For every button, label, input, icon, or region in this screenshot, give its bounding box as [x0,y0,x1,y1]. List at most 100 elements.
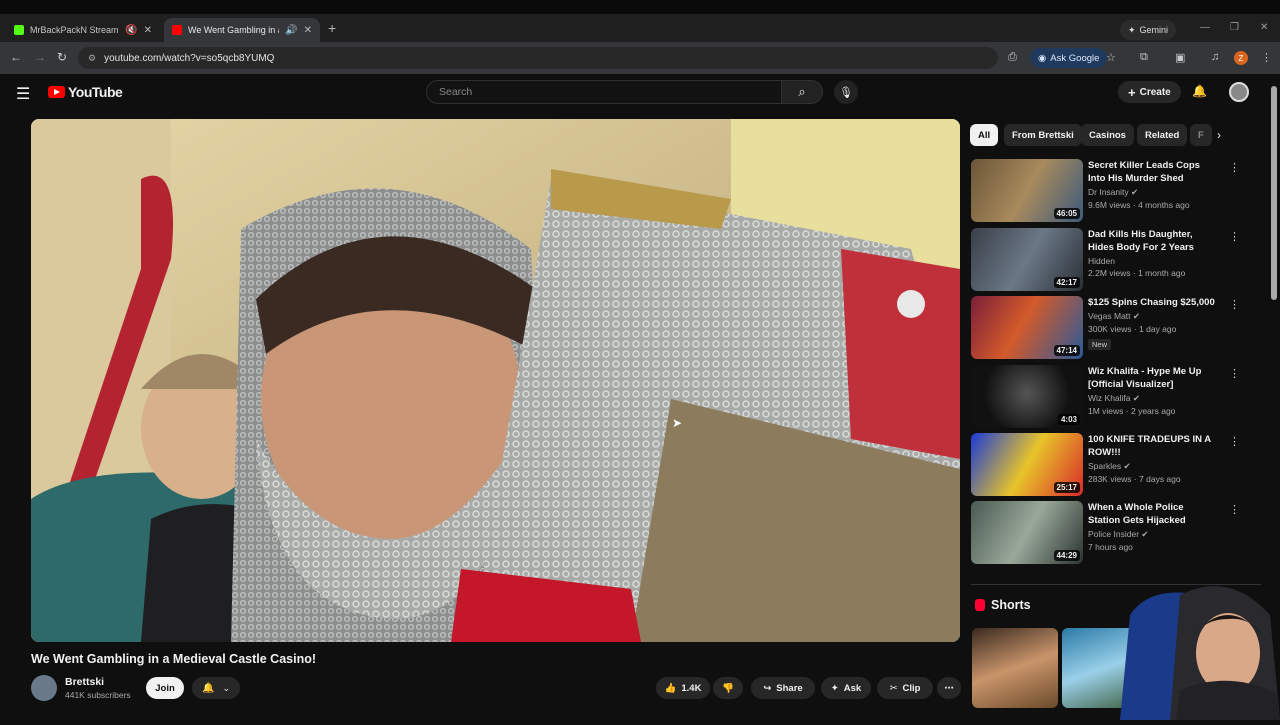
more-vertical-icon[interactable]: ⋮ [1229,230,1240,243]
recommendation-title[interactable]: 100 KNIFE TRADEUPS IN A ROW!!! [1088,433,1216,459]
thumbs-up-icon: 👍 [664,682,677,694]
logo-text: YouTube [68,84,123,100]
channel-name[interactable]: Brettski [65,676,131,688]
new-tab-button[interactable]: + [328,20,336,36]
sparkle-icon: ✦ [830,682,839,694]
dislike-button[interactable]: 👎 [713,677,743,699]
recommendation-item[interactable]: 46:05 Secret Killer Leads Cops Into His … [971,159,1240,223]
recommendation-channel: Hidden [1088,256,1115,266]
recommendation-title[interactable]: $125 Spins Chasing $25,000 [1088,296,1216,309]
maximize-icon[interactable]: ❐ [1230,22,1239,33]
recommendation-title[interactable]: Dad Kills His Daughter, Hides Body For 2… [1088,228,1216,254]
ask-google-label: Ask Google [1050,52,1100,64]
close-window-icon[interactable]: ✕ [1260,22,1268,33]
video-thumbnail[interactable]: 42:17 [971,228,1083,291]
like-count: 1.4K [681,682,702,694]
split-view-icon[interactable]: ▣ [1175,51,1185,64]
verified-icon: ✔ [1131,187,1139,197]
more-vertical-icon[interactable]: ⋮ [1229,435,1240,448]
mute-icon[interactable]: 🔇 [125,25,137,36]
recommendation-channel: Vegas Matt ✔ [1088,311,1141,321]
page-scrollbar[interactable] [1271,86,1277,300]
more-vertical-icon[interactable]: ⋮ [1229,298,1240,311]
ask-google-button[interactable]: ◉ Ask Google [1030,48,1108,68]
gemini-button[interactable]: ✦ Gemini [1120,20,1177,40]
close-tab-icon[interactable]: ✕ [144,25,152,36]
recommendation-views: 2.2M views · 1 month ago [1088,268,1186,278]
video-thumbnail[interactable]: 47:14 [971,296,1083,359]
recommendation-meta: Secret Killer Leads Cops Into His Murder… [1088,159,1216,210]
profile-avatar[interactable]: Z [1234,51,1248,65]
hamburger-menu-icon[interactable]: ☰ [16,84,30,104]
voice-search-button[interactable]: 🎙 [834,80,858,104]
chip-from-brettski[interactable]: From Brettski [1004,124,1082,146]
media-controls-icon[interactable]: ♫ [1211,51,1219,63]
short-thumbnail[interactable] [972,628,1058,708]
forward-icon[interactable]: → [34,50,46,64]
create-button[interactable]: + Create [1118,81,1181,103]
webcam-overlay [1110,575,1280,720]
site-info-icon[interactable]: ⚙ [88,53,96,64]
search-placeholder: Search [439,86,473,98]
chip-all[interactable]: All [970,124,999,146]
notifications-bell-icon[interactable]: 🔔 [1192,84,1207,98]
video-thumbnail[interactable]: 44:29 [971,501,1083,564]
recommendation-title[interactable]: When a Whole Police Station Gets Hijacke… [1088,501,1216,527]
browser-menu-icon[interactable]: ⋮ [1261,51,1272,64]
more-vertical-icon[interactable]: ⋮ [1229,503,1240,516]
bookmark-star-icon[interactable]: ☆ [1106,51,1116,64]
chevron-right-icon[interactable]: › [1217,128,1221,142]
duration-badge: 25:17 [1053,482,1080,493]
chip-related[interactable]: Related [1137,124,1188,146]
channel-avatar[interactable] [31,675,57,701]
video-thumbnail[interactable]: 25:17 [971,433,1083,496]
audio-icon[interactable]: 🔊 [285,25,297,36]
extensions-icon[interactable]: ⧉ [1140,51,1148,64]
clip-button[interactable]: ✂ Clip [877,677,933,699]
url-text: youtube.com/watch?v=so5qcb8YUMQ [104,52,275,64]
install-app-icon[interactable]: ⎙ [1008,51,1017,64]
more-vertical-icon[interactable]: ⋮ [1229,161,1240,174]
more-vertical-icon[interactable]: ⋮ [1229,367,1240,380]
recommendation-item[interactable]: 25:17 100 KNIFE TRADEUPS IN A ROW!!! Spa… [971,433,1240,497]
close-tab-icon[interactable]: ✕ [304,25,312,36]
share-button[interactable]: ↪ Share [751,677,815,699]
recommendation-views: 283K views · 7 days ago [1088,474,1181,484]
video-thumbnail[interactable]: 46:05 [971,159,1083,222]
video-thumbnail[interactable]: 4:03 [971,365,1083,428]
browser-tab-2[interactable]: We Went Gambling in a Me 🔊 ✕ [164,18,320,42]
like-button[interactable]: 👍 1.4K [656,677,710,699]
address-bar[interactable]: ⚙ youtube.com/watch?v=so5qcb8YUMQ [78,47,998,69]
reload-icon[interactable]: ↻ [57,50,67,64]
browser-tab-1[interactable]: MrBackPackN Stream - Wa 🔇 ✕ [6,18,160,42]
youtube-logo[interactable]: YouTube [48,84,123,100]
search-input[interactable]: Search [426,80,782,104]
minimize-icon[interactable]: — [1200,22,1210,33]
subscription-notification-button[interactable]: 🔔 ⌄ [192,677,240,699]
create-label: Create [1139,86,1171,98]
recommendation-item[interactable]: 42:17 Dad Kills His Daughter, Hides Body… [971,228,1240,292]
search-button[interactable]: ⌕ [781,80,823,104]
ask-button[interactable]: ✦ Ask [821,677,871,699]
shorts-heading: Shorts [975,598,1031,612]
recommendation-title[interactable]: Secret Killer Leads Cops Into His Murder… [1088,159,1216,185]
recommendation-item[interactable]: 4:03 Wiz Khalifa - Hype Me Up [Official … [971,365,1240,429]
recommendation-item[interactable]: 44:29 When a Whole Police Station Gets H… [971,501,1240,565]
thumbs-down-icon: 👎 [722,682,734,694]
chip-casinos[interactable]: Casinos [1081,124,1134,146]
video-player[interactable] [31,119,960,642]
clip-label: Clip [902,682,921,694]
search-icon: ⌕ [798,84,806,99]
more-actions-button[interactable]: ⋯ [937,677,961,699]
youtube-masthead: ☰ YouTube Search ⌕ 🎙 + Create 🔔 [0,74,1280,112]
recommendation-title[interactable]: Wiz Khalifa - Hype Me Up [Official Visua… [1088,365,1216,391]
streamer-webcam-image [1120,586,1280,720]
account-avatar[interactable] [1229,82,1249,102]
microphone-icon: 🎙 [839,86,853,99]
join-button[interactable]: Join [146,677,184,699]
chip-partial[interactable]: F [1190,124,1212,146]
recommendation-channel: Wiz Khalifa ✔ [1088,393,1141,403]
recommendation-item[interactable]: 47:14 $125 Spins Chasing $25,000 Vegas M… [971,296,1240,360]
back-icon[interactable]: ← [10,50,22,64]
youtube-favicon-icon [172,25,182,35]
